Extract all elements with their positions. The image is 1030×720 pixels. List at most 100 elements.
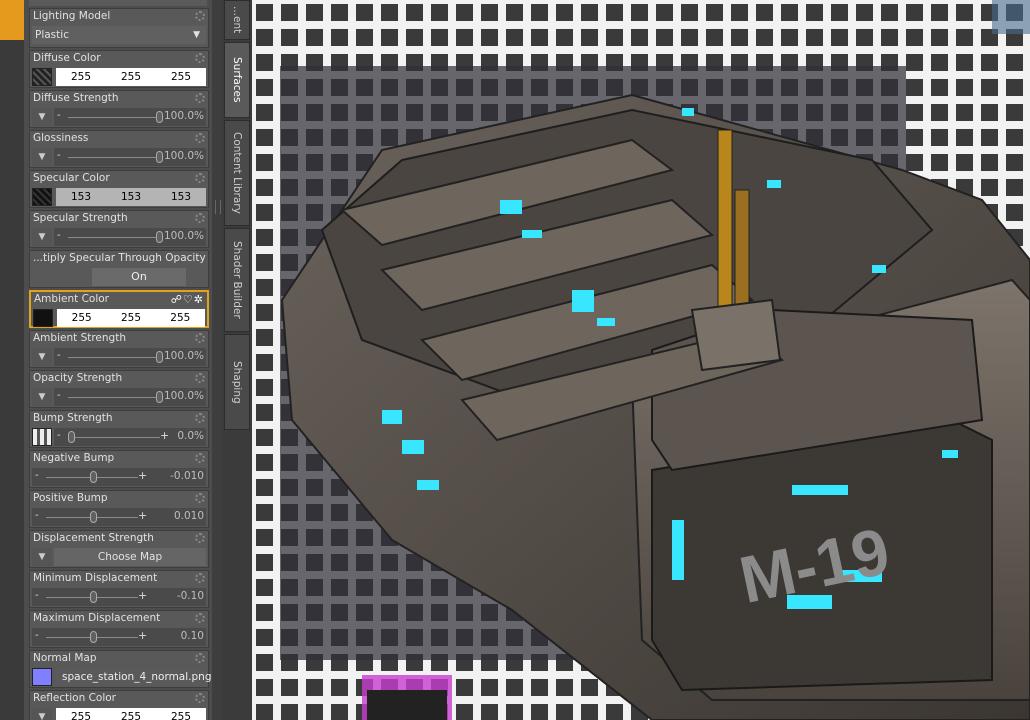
slider-knob[interactable]: [156, 151, 163, 163]
panel-scrollbar[interactable]: [212, 0, 222, 720]
slider-value[interactable]: 100.0%: [164, 350, 204, 362]
maximum-displacement-slider[interactable]: - +0.10: [32, 628, 206, 646]
slider-knob[interactable]: [156, 391, 163, 403]
slider-value[interactable]: 100.0%: [164, 110, 204, 122]
plus-icon[interactable]: +: [138, 589, 147, 602]
slider-value[interactable]: 0.010: [174, 510, 204, 522]
plus-icon[interactable]: +: [138, 629, 147, 642]
map-menu-button[interactable]: ▼: [32, 708, 52, 720]
map-menu-button[interactable]: ▼: [32, 388, 52, 406]
3d-viewport[interactable]: M-19: [252, 0, 1030, 720]
minus-icon[interactable]: -: [57, 230, 61, 241]
minus-icon[interactable]: -: [57, 430, 61, 441]
slider-knob[interactable]: [90, 591, 97, 603]
tab-shaping[interactable]: Shaping: [224, 334, 250, 430]
negative-bump-slider[interactable]: - + -0.010: [32, 468, 206, 486]
b-value[interactable]: 153: [156, 191, 206, 203]
gear-icon[interactable]: [195, 373, 205, 383]
lighting-model-dropdown[interactable]: Plastic ▼: [32, 26, 206, 44]
tab-shader-builder[interactable]: Shader Builder: [224, 228, 250, 332]
slider-value[interactable]: 100.0%: [164, 230, 204, 242]
slider-knob[interactable]: [90, 471, 97, 483]
map-menu-button[interactable]: ▼: [32, 148, 52, 166]
minus-icon[interactable]: -: [35, 630, 39, 641]
minus-icon[interactable]: -: [57, 110, 61, 121]
minimum-displacement-slider[interactable]: - + -0.10: [32, 588, 206, 606]
gear-icon[interactable]: [195, 573, 205, 583]
plus-icon[interactable]: +: [160, 429, 169, 442]
toggle-on-button[interactable]: On: [92, 268, 186, 286]
gear-icon[interactable]: [195, 413, 205, 423]
b-value[interactable]: 255: [156, 711, 206, 720]
normal-map-thumbnail[interactable]: [32, 668, 52, 686]
slider-value[interactable]: -0.010: [170, 470, 204, 482]
texture-map-thumbnail[interactable]: [33, 309, 53, 327]
gear-icon[interactable]: [195, 613, 205, 623]
minus-icon[interactable]: -: [35, 510, 39, 521]
gear-icon[interactable]: [195, 213, 205, 223]
choose-map-button[interactable]: Choose Map: [54, 548, 206, 566]
map-menu-button[interactable]: ▼: [32, 548, 52, 566]
gear-icon[interactable]: [195, 133, 205, 143]
slider-knob[interactable]: [156, 231, 163, 243]
slider-value[interactable]: 0.10: [181, 630, 204, 642]
specular-color-field[interactable]: 153 153 153: [56, 188, 206, 206]
minus-icon[interactable]: -: [57, 390, 61, 401]
gear-icon[interactable]: [195, 173, 205, 183]
slider-knob[interactable]: [90, 631, 97, 643]
tab-surfaces[interactable]: Surfaces: [224, 42, 250, 118]
map-menu-button[interactable]: ▼: [32, 228, 52, 246]
diffuse-strength-slider[interactable]: - 100.0%: [54, 108, 206, 126]
r-value[interactable]: 255: [56, 711, 106, 720]
gear-icon[interactable]: [195, 493, 205, 503]
slider-value[interactable]: 100.0%: [164, 150, 204, 162]
gear-icon[interactable]: [195, 93, 205, 103]
gear-icon[interactable]: [195, 11, 205, 21]
slider-value[interactable]: 100.0%: [164, 390, 204, 402]
bump-strength-slider[interactable]: - +0.0%: [54, 428, 206, 446]
opacity-strength-slider[interactable]: - 100.0%: [54, 388, 206, 406]
texture-map-thumbnail[interactable]: [32, 188, 52, 206]
plus-icon[interactable]: +: [138, 469, 147, 482]
scroll-grip[interactable]: [215, 200, 221, 214]
r-value[interactable]: 153: [56, 191, 106, 203]
slider-knob[interactable]: [90, 511, 97, 523]
tab-content-library[interactable]: Content Library: [224, 120, 250, 226]
normal-map-filename[interactable]: space_station_4_normal.png: [56, 668, 211, 686]
gear-icon[interactable]: [195, 693, 205, 703]
ambient-color-field[interactable]: 255 255 255: [57, 309, 205, 327]
g-value[interactable]: 255: [106, 312, 155, 324]
texture-map-thumbnail[interactable]: [32, 68, 52, 86]
gear-icon[interactable]: [195, 533, 205, 543]
slider-value[interactable]: -0.10: [177, 590, 204, 602]
tab-environment[interactable]: ...ent: [224, 0, 250, 40]
view-cube[interactable]: [992, 0, 1030, 34]
texture-map-thumbnail[interactable]: [32, 428, 52, 446]
r-value[interactable]: 255: [56, 71, 106, 83]
diffuse-color-field[interactable]: 255 255 255: [56, 68, 206, 86]
minus-icon[interactable]: -: [35, 590, 39, 601]
gear-icon[interactable]: ✲: [194, 293, 204, 306]
link-icon[interactable]: ☍: [171, 293, 183, 306]
slider-knob[interactable]: [68, 431, 75, 443]
minus-icon[interactable]: -: [57, 150, 61, 161]
g-value[interactable]: 153: [106, 191, 156, 203]
slider-knob[interactable]: [156, 351, 163, 363]
g-value[interactable]: 255: [106, 711, 156, 720]
minus-icon[interactable]: -: [57, 350, 61, 361]
g-value[interactable]: 255: [106, 71, 156, 83]
minus-icon[interactable]: -: [35, 470, 39, 481]
heart-icon[interactable]: ♡: [183, 293, 194, 306]
plus-icon[interactable]: +: [138, 509, 147, 522]
slider-knob[interactable]: [156, 111, 163, 123]
ambient-strength-slider[interactable]: - 100.0%: [54, 348, 206, 366]
gear-icon[interactable]: [195, 333, 205, 343]
gear-icon[interactable]: [195, 653, 205, 663]
map-menu-button[interactable]: ▼: [32, 348, 52, 366]
glossiness-slider[interactable]: - 100.0%: [54, 148, 206, 166]
b-value[interactable]: 255: [156, 71, 206, 83]
b-value[interactable]: 255: [156, 312, 205, 324]
gear-icon[interactable]: [195, 53, 205, 63]
specular-strength-slider[interactable]: - 100.0%: [54, 228, 206, 246]
map-menu-button[interactable]: ▼: [32, 108, 52, 126]
